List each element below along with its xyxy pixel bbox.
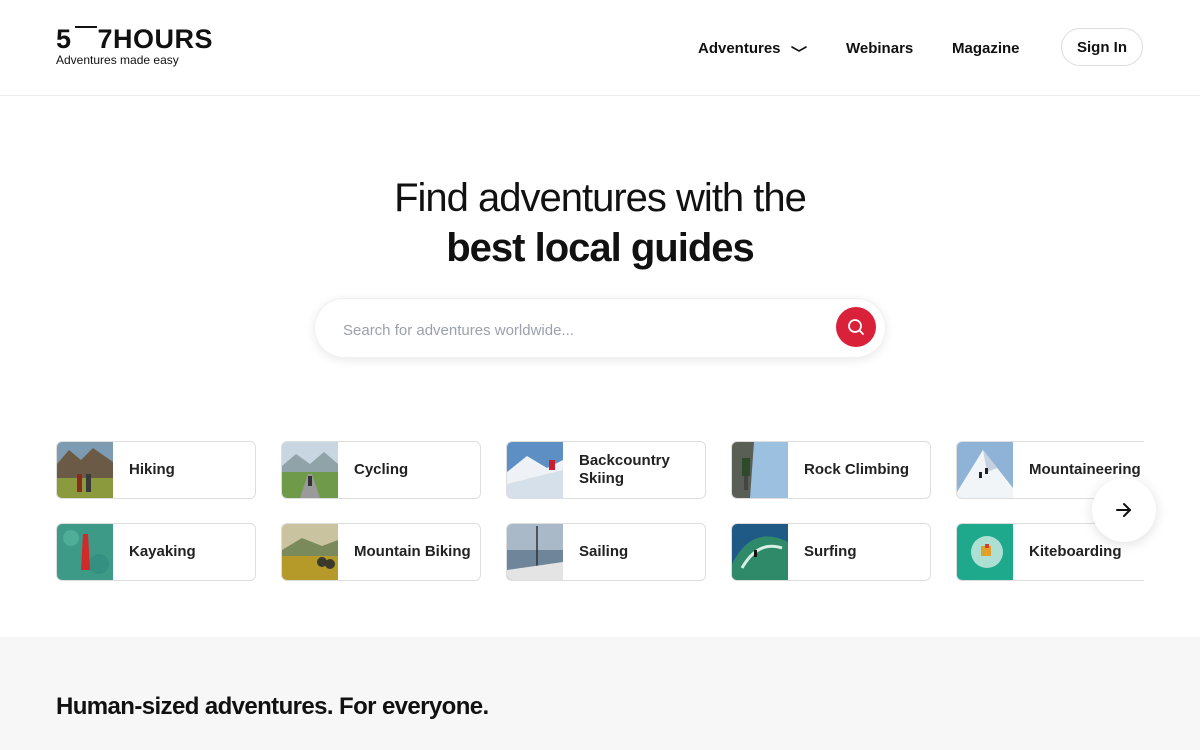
nav-webinars-link[interactable]: Webinars bbox=[846, 40, 913, 57]
search-bar bbox=[314, 298, 886, 358]
category-label: Backcountry Skiing bbox=[579, 452, 670, 487]
logo-right-part: 7HOURS bbox=[97, 24, 214, 54]
category-card-kayaking[interactable]: Kayaking bbox=[56, 523, 256, 581]
hero-heading-line2: best local guides bbox=[446, 226, 755, 270]
category-card-mountain-biking[interactable]: Mountain Biking bbox=[281, 523, 481, 581]
search-input[interactable] bbox=[341, 309, 825, 351]
surfing-photo-icon bbox=[732, 524, 788, 580]
category-card-rock-climbing[interactable]: Rock Climbing bbox=[731, 441, 931, 499]
category-label: Rock Climbing bbox=[804, 461, 910, 478]
category-card-cycling[interactable]: Cycling bbox=[281, 441, 481, 499]
mountaineering-photo-icon bbox=[957, 442, 1013, 498]
search-icon bbox=[848, 319, 864, 335]
category-label: Hiking bbox=[129, 461, 175, 478]
category-label: Sailing bbox=[579, 543, 629, 560]
hiking-photo-icon bbox=[57, 442, 113, 498]
category-card-hiking[interactable]: Hiking bbox=[56, 441, 256, 499]
carousel-next-button[interactable] bbox=[1092, 478, 1156, 542]
logo-wordmark: 5 7HOURS bbox=[56, 24, 214, 54]
hero-heading-line1: Find adventures with the bbox=[394, 176, 807, 220]
sailing-photo-icon bbox=[507, 524, 563, 580]
search-button[interactable] bbox=[836, 307, 876, 347]
category-label: Mountaineering bbox=[1029, 461, 1141, 478]
cycling-photo-icon bbox=[282, 442, 338, 498]
backcountry-skiing-photo-icon bbox=[507, 442, 563, 498]
category-label: Kiteboarding bbox=[1029, 543, 1122, 560]
category-label: Kayaking bbox=[129, 543, 196, 560]
chevron-down-icon bbox=[790, 45, 807, 52]
brand-logo[interactable]: 5 7HOURS Adventures made easy bbox=[56, 24, 214, 68]
nav-adventures-label: Adventures bbox=[698, 40, 781, 57]
sign-in-button[interactable]: Sign In bbox=[1061, 28, 1143, 66]
category-card-surfing[interactable]: Surfing bbox=[731, 523, 931, 581]
category-card-sailing[interactable]: Sailing bbox=[506, 523, 706, 581]
logo-left-part: 5 bbox=[56, 24, 72, 54]
site-header: 5 7HOURS Adventures made easy Adventures… bbox=[0, 0, 1200, 96]
section-title: Human-sized adventures. For everyone. bbox=[56, 693, 489, 720]
mountain-biking-photo-icon bbox=[282, 524, 338, 580]
brand-tagline: Adventures made easy bbox=[56, 53, 179, 67]
kiteboarding-photo-icon bbox=[957, 524, 1013, 580]
adventure-categories: Hiking Cycling Backcountry Skiing Rock C… bbox=[56, 441, 1144, 581]
category-card-backcountry-skiing[interactable]: Backcountry Skiing bbox=[506, 441, 706, 499]
category-label: Mountain Biking bbox=[354, 543, 471, 560]
arrow-right-icon bbox=[1116, 503, 1131, 517]
rock-climbing-photo-icon bbox=[732, 442, 788, 498]
kayaking-photo-icon bbox=[57, 524, 113, 580]
nav-adventures-dropdown[interactable]: Adventures bbox=[698, 40, 807, 57]
category-label: Cycling bbox=[354, 461, 409, 478]
category-label: Surfing bbox=[804, 543, 857, 560]
nav-magazine-link[interactable]: Magazine bbox=[952, 40, 1020, 57]
logo-bar bbox=[74, 26, 97, 52]
intro-section: Human-sized adventures. For everyone. bbox=[0, 637, 1200, 750]
